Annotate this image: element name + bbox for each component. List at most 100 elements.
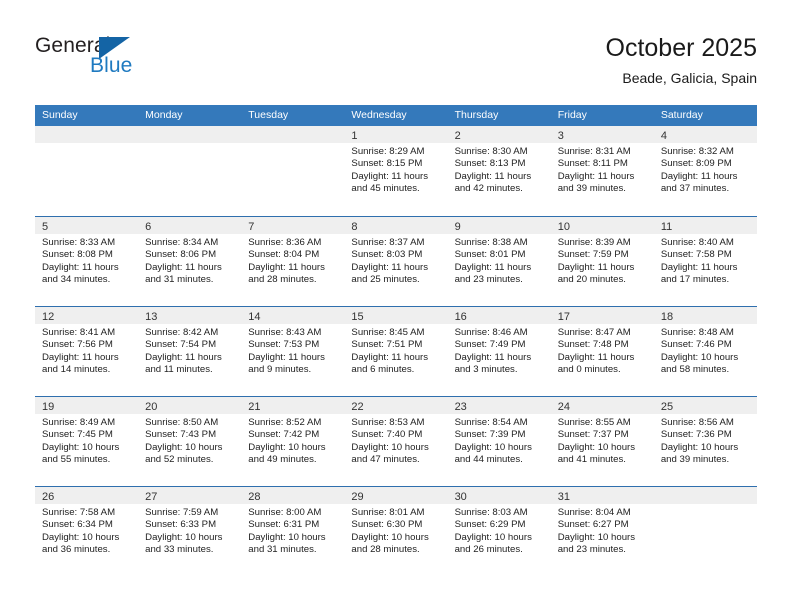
calendar-grid: Sunday Monday Tuesday Wednesday Thursday… <box>35 105 757 576</box>
sunrise-text: Sunrise: 8:04 AM <box>557 507 631 518</box>
calendar-day-cell[interactable]: 30 Sunrise: 8:03 AM Sunset: 6:29 PM Dayligh… <box>447 487 551 575</box>
sunrise-text: Sunrise: 8:39 AM <box>557 237 631 248</box>
calendar-day-cell[interactable]: 23 Sunrise: 8:54 AM Sunset: 7:39 PM Dayligh… <box>447 397 551 485</box>
calendar-day-cell[interactable]: 17 Sunrise: 8:47 AM Sunset: 7:48 PM Dayligh… <box>550 307 654 395</box>
day-details: Sunrise: 8:39 AM Sunset: 7:59 PM Daylight:… <box>551 234 654 287</box>
calendar-day-cell[interactable]: 1 Sunrise: 8:29 AM Sunset: 8:15 PM Daylight… <box>344 126 448 214</box>
sunset-text: Sunset: 8:06 PM <box>145 249 217 261</box>
calendar-day-cell[interactable]: 15 Sunrise: 8:45 AM Sunset: 7:51 PM Dayligh… <box>344 307 448 395</box>
general-blue-logo[interactable]: General Blue <box>35 34 215 84</box>
calendar-week-row: 19 Sunrise: 8:49 AM Sunset: 7:45 PM Dayligh… <box>35 396 757 486</box>
calendar-day-cell[interactable]: 16 Sunrise: 8:46 AM Sunset: 7:49 PM Dayligh… <box>447 307 551 395</box>
daylight-text-line1: Daylight: 11 hours <box>351 351 429 363</box>
day-details: Sunrise: 8:52 AM Sunset: 7:42 PM Daylight:… <box>241 414 344 467</box>
day-details: Sunrise: 8:40 AM Sunset: 7:58 PM Daylight:… <box>654 234 757 287</box>
day-details: Sunrise: 8:41 AM Sunset: 7:56 PM Daylight:… <box>35 324 138 377</box>
sunrise-text: Sunrise: 8:34 AM <box>145 237 219 248</box>
calendar-day-cell[interactable]: 6 Sunrise: 8:34 AM Sunset: 8:06 PM Daylight… <box>138 217 242 305</box>
date-number: 31 <box>557 491 570 503</box>
calendar-day-cell[interactable]: 19 Sunrise: 8:49 AM Sunset: 7:45 PM Dayligh… <box>35 397 139 485</box>
calendar-day-cell[interactable]: 29 Sunrise: 8:01 AM Sunset: 6:30 PM Dayligh… <box>344 487 448 575</box>
daylight-text-line1: Daylight: 11 hours <box>42 351 119 363</box>
calendar-day-cell[interactable]: 8 Sunrise: 8:37 AM Sunset: 8:03 PM Daylight… <box>344 217 448 305</box>
daylight-text-line1: Daylight: 11 hours <box>557 170 635 182</box>
sunrise-text: Sunrise: 8:38 AM <box>454 237 528 248</box>
title-block: October 2025 Beade, Galicia, Spain <box>606 34 758 87</box>
calendar-day-cell[interactable]: 18 Sunrise: 8:48 AM Sunset: 7:46 PM Dayligh… <box>653 307 757 395</box>
calendar-day-cell[interactable]: 10 Sunrise: 8:39 AM Sunset: 7:59 PM Dayligh… <box>550 217 654 305</box>
day-details: Sunrise: 8:46 AM Sunset: 7:49 PM Daylight:… <box>448 324 551 377</box>
sunrise-text: Sunrise: 8:47 AM <box>557 327 631 338</box>
daylight-text-line1: Daylight: 11 hours <box>454 261 532 273</box>
calendar-day-cell[interactable]: 9 Sunrise: 8:38 AM Sunset: 8:01 PM Daylight… <box>447 217 551 305</box>
date-number: 10 <box>557 221 570 233</box>
calendar-day-cell-empty <box>35 126 139 214</box>
daylight-text-line2: and 42 minutes. <box>454 183 523 195</box>
daylight-text-line1: Daylight: 11 hours <box>351 170 429 182</box>
day-details: Sunrise: 8:43 AM Sunset: 7:53 PM Daylight:… <box>241 324 344 377</box>
day-details: Sunrise: 8:45 AM Sunset: 7:51 PM Daylight:… <box>344 324 447 377</box>
calendar-day-cell[interactable]: 4 Sunrise: 8:32 AM Sunset: 8:09 PM Daylight… <box>653 126 757 214</box>
sunrise-text: Sunrise: 8:41 AM <box>42 327 116 338</box>
calendar-day-cell[interactable]: 26 Sunrise: 7:58 AM Sunset: 6:34 PM Dayligh… <box>35 487 139 575</box>
date-strip: 4 <box>653 126 757 143</box>
weekday-header-monday: Monday <box>145 109 183 121</box>
calendar-day-cell[interactable]: 12 Sunrise: 8:41 AM Sunset: 7:56 PM Dayligh… <box>35 307 139 395</box>
calendar-day-cell[interactable]: 13 Sunrise: 8:42 AM Sunset: 7:54 PM Dayligh… <box>138 307 242 395</box>
date-number: 17 <box>557 311 570 323</box>
sunset-text: Sunset: 7:40 PM <box>351 429 423 441</box>
date-number: 16 <box>454 311 467 323</box>
daylight-text-line1: Daylight: 10 hours <box>42 531 120 543</box>
daylight-text-line1: Daylight: 11 hours <box>248 351 325 363</box>
daylight-text-line2: and 44 minutes. <box>454 454 523 466</box>
calendar-week-row: 26 Sunrise: 7:58 AM Sunset: 6:34 PM Dayligh… <box>35 486 757 576</box>
calendar-day-cell[interactable]: 28 Sunrise: 8:00 AM Sunset: 6:31 PM Dayligh… <box>241 487 345 575</box>
calendar-week-row: 1 Sunrise: 8:29 AM Sunset: 8:15 PM Daylight… <box>35 126 757 216</box>
sunset-text: Sunset: 8:09 PM <box>660 158 732 170</box>
day-details: Sunrise: 8:33 AM Sunset: 8:08 PM Daylight:… <box>35 234 138 287</box>
day-details: Sunrise: 8:01 AM Sunset: 6:30 PM Daylight:… <box>344 504 447 557</box>
sunset-text: Sunset: 8:13 PM <box>454 158 526 170</box>
calendar-day-cell[interactable]: 27 Sunrise: 7:59 AM Sunset: 6:33 PM Dayligh… <box>138 487 242 575</box>
date-strip: 3 <box>550 126 654 143</box>
date-strip <box>241 126 345 143</box>
calendar-day-cell[interactable]: 5 Sunrise: 8:33 AM Sunset: 8:08 PM Daylight… <box>35 217 139 305</box>
weekday-header-tuesday: Tuesday <box>248 109 289 121</box>
day-details: Sunrise: 7:59 AM Sunset: 6:33 PM Daylight:… <box>138 504 241 557</box>
calendar-day-cell[interactable]: 21 Sunrise: 8:52 AM Sunset: 7:42 PM Dayligh… <box>241 397 345 485</box>
daylight-text-line2: and 39 minutes. <box>557 183 626 195</box>
daylight-text-line2: and 49 minutes. <box>248 454 317 466</box>
day-details: Sunrise: 8:38 AM Sunset: 8:01 PM Daylight:… <box>448 234 551 287</box>
date-strip: 11 <box>653 217 757 234</box>
sunrise-text: Sunrise: 8:40 AM <box>660 237 734 248</box>
daylight-text-line2: and 9 minutes. <box>248 364 312 376</box>
calendar-day-cell[interactable]: 3 Sunrise: 8:31 AM Sunset: 8:11 PM Daylight… <box>550 126 654 214</box>
calendar-day-cell[interactable]: 20 Sunrise: 8:50 AM Sunset: 7:43 PM Dayligh… <box>138 397 242 485</box>
day-details: Sunrise: 8:47 AM Sunset: 7:48 PM Daylight:… <box>551 324 654 377</box>
calendar-week-row: 12 Sunrise: 8:41 AM Sunset: 7:56 PM Dayligh… <box>35 306 757 396</box>
daylight-text-line1: Daylight: 10 hours <box>248 441 326 453</box>
date-strip <box>653 487 757 504</box>
date-strip: 18 <box>653 307 757 324</box>
daylight-text-line1: Daylight: 10 hours <box>145 441 223 453</box>
calendar-day-cell[interactable]: 31 Sunrise: 8:04 AM Sunset: 6:27 PM Dayligh… <box>550 487 654 575</box>
day-details: Sunrise: 8:32 AM Sunset: 8:09 PM Daylight:… <box>654 143 757 196</box>
daylight-text-line1: Daylight: 11 hours <box>248 261 325 273</box>
sunrise-text: Sunrise: 8:32 AM <box>660 146 734 157</box>
calendar-day-cell[interactable]: 2 Sunrise: 8:30 AM Sunset: 8:13 PM Daylight… <box>447 126 551 214</box>
sunset-text: Sunset: 8:04 PM <box>248 249 320 261</box>
daylight-text-line2: and 47 minutes. <box>351 454 420 466</box>
daylight-text-line2: and 31 minutes. <box>145 274 214 286</box>
daylight-text-line2: and 45 minutes. <box>351 183 420 195</box>
calendar-day-cell[interactable]: 11 Sunrise: 8:40 AM Sunset: 7:58 PM Dayligh… <box>653 217 757 305</box>
daylight-text-line1: Daylight: 10 hours <box>557 531 636 543</box>
calendar-day-cell[interactable]: 7 Sunrise: 8:36 AM Sunset: 8:04 PM Daylight… <box>241 217 345 305</box>
calendar-day-cell[interactable]: 25 Sunrise: 8:56 AM Sunset: 7:36 PM Dayligh… <box>653 397 757 485</box>
date-strip: 27 <box>138 487 242 504</box>
calendar-day-cell[interactable]: 14 Sunrise: 8:43 AM Sunset: 7:53 PM Dayligh… <box>241 307 345 395</box>
date-number: 4 <box>660 130 667 142</box>
calendar-day-cell[interactable]: 24 Sunrise: 8:55 AM Sunset: 7:37 PM Dayligh… <box>550 397 654 485</box>
calendar-day-cell[interactable]: 22 Sunrise: 8:53 AM Sunset: 7:40 PM Dayligh… <box>344 397 448 485</box>
daylight-text-line1: Daylight: 10 hours <box>351 441 429 453</box>
sunset-text: Sunset: 6:30 PM <box>351 519 423 531</box>
